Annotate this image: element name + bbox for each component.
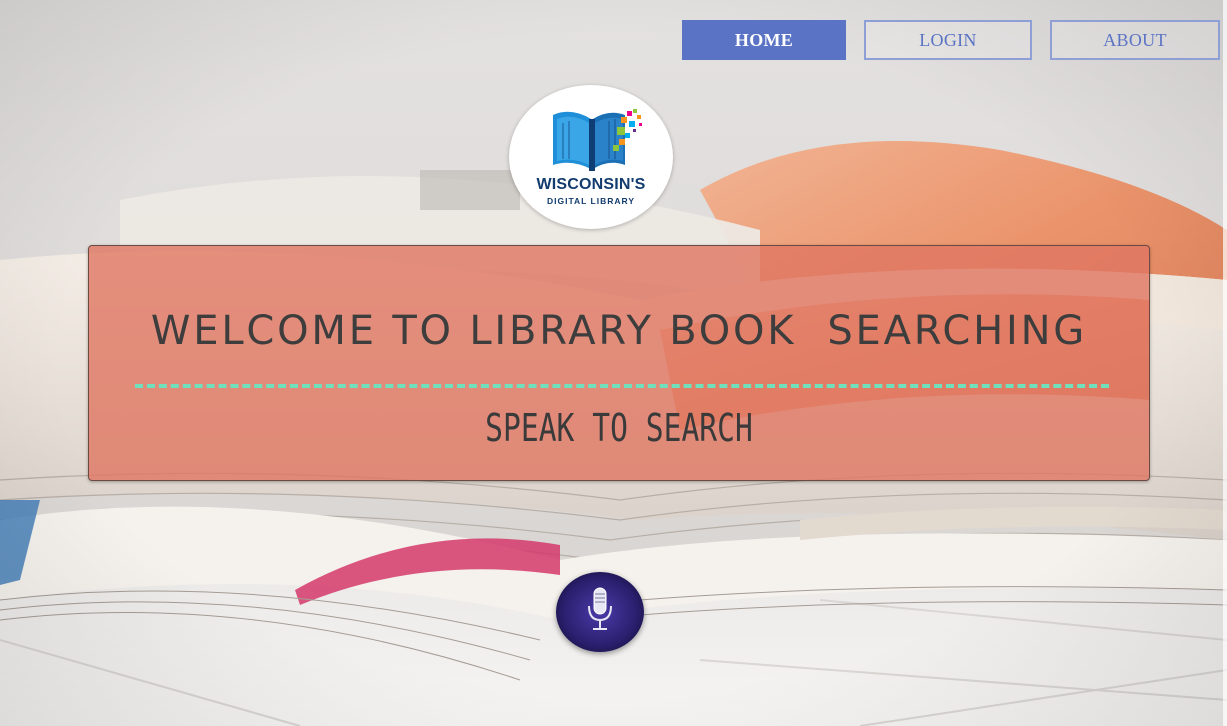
open-book-icon bbox=[553, 109, 642, 171]
hero-divider bbox=[135, 384, 1109, 388]
logo-title: WISCONSIN'S bbox=[536, 176, 646, 193]
nav-login-label: LOGIN bbox=[919, 29, 977, 50]
nav-about-button[interactable]: ABOUT bbox=[1050, 20, 1220, 60]
hero-banner: WELCOME TO LIBRARY BOOK SEARCHING SPEAK … bbox=[88, 245, 1150, 481]
voice-search-button[interactable] bbox=[556, 572, 644, 652]
nav-home-label: HOME bbox=[734, 29, 794, 50]
wisconsin-digital-library-logo: WISCONSIN'S DIGITAL LIBRARY bbox=[509, 85, 673, 229]
nav-login-button[interactable]: LOGIN bbox=[864, 20, 1032, 60]
hero-subtitle: SPEAK TO SEARCH bbox=[485, 406, 753, 450]
logo-subtitle: DIGITAL LIBRARY bbox=[546, 196, 636, 206]
nav-about-label: ABOUT bbox=[1103, 29, 1167, 50]
nav-home-button[interactable]: HOME bbox=[682, 20, 846, 60]
hero-title: WELCOME TO LIBRARY BOOK SEARCHING bbox=[150, 308, 1088, 354]
microphone-icon bbox=[556, 572, 644, 652]
